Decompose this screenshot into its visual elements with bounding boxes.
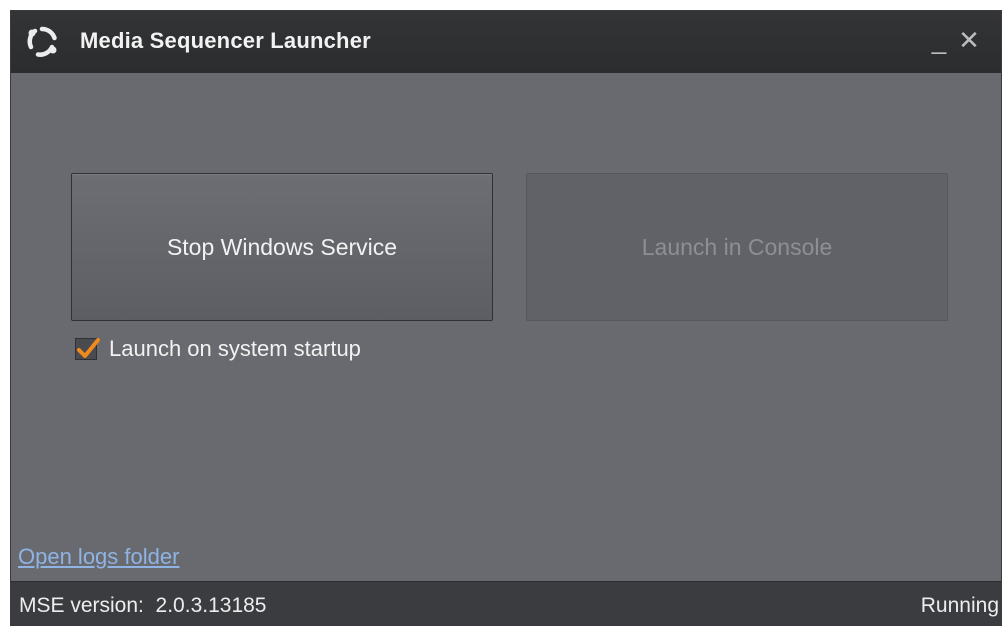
- mse-version: MSE version: 2.0.3.13185: [19, 594, 266, 618]
- title-bar[interactable]: Media Sequencer Launcher _ ✕: [11, 11, 1001, 73]
- launch-on-startup-checkbox[interactable]: [75, 338, 100, 360]
- close-button[interactable]: ✕: [955, 23, 983, 57]
- service-status: Running: [920, 594, 999, 617]
- launch-on-startup-option[interactable]: Launch on system startup: [75, 336, 361, 362]
- minimize-button[interactable]: _: [925, 23, 953, 57]
- launcher-window: Media Sequencer Launcher _ ✕ Stop Window…: [10, 10, 1002, 626]
- refresh-cycle-icon: [27, 26, 57, 57]
- status-bar: MSE version: 2.0.3.13185 Running: [11, 581, 1001, 625]
- launch-in-console-button[interactable]: Launch in Console: [526, 173, 948, 321]
- open-logs-folder-link[interactable]: Open logs folder: [18, 544, 179, 570]
- stop-windows-service-button[interactable]: Stop Windows Service: [71, 173, 493, 321]
- mse-version-label: MSE version:: [19, 594, 144, 617]
- mse-version-value: 2.0.3.13185: [155, 594, 267, 617]
- checkmark-icon: [77, 338, 100, 358]
- window-title: Media Sequencer Launcher: [80, 28, 371, 53]
- launch-on-startup-label: Launch on system startup: [109, 336, 361, 361]
